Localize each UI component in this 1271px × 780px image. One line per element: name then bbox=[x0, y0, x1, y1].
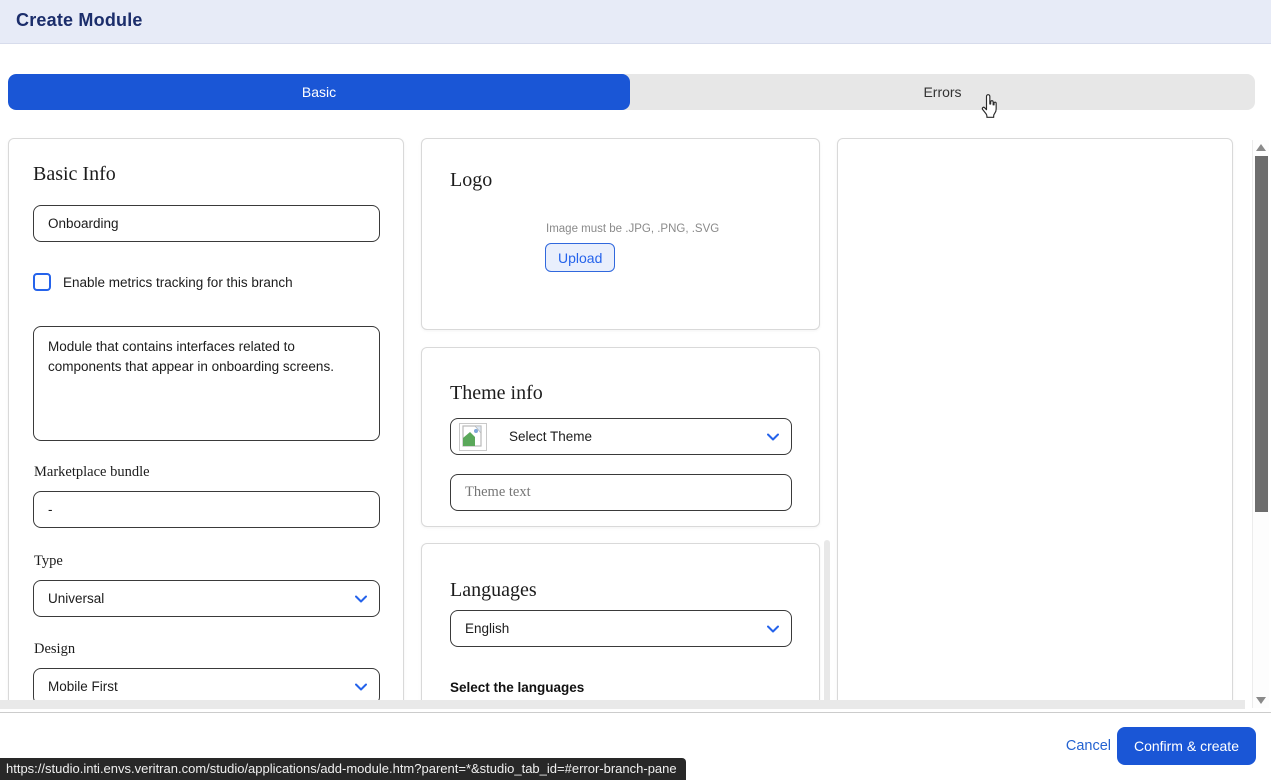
marketplace-bundle-label: Marketplace bundle bbox=[34, 464, 150, 481]
logo-card: Logo Image must be .JPG, .PNG, .SVG Uplo… bbox=[421, 138, 820, 330]
confirm-create-label: Confirm & create bbox=[1134, 738, 1239, 754]
scroll-down-arrow-icon[interactable] bbox=[1256, 697, 1266, 704]
theme-select-placeholder: Select Theme bbox=[509, 429, 592, 444]
tab-bar: Basic Errors bbox=[8, 74, 1255, 110]
module-name-input[interactable] bbox=[33, 205, 380, 242]
scrollbar-thumb[interactable] bbox=[1255, 156, 1268, 512]
tab-errors[interactable]: Errors bbox=[630, 74, 1255, 110]
content-area: Basic Info Enable metrics tracking for t… bbox=[0, 120, 1271, 706]
type-label: Type bbox=[34, 553, 63, 570]
languages-select[interactable]: English bbox=[450, 610, 792, 647]
dialog-header: Create Module bbox=[0, 0, 1271, 44]
chevron-down-icon bbox=[767, 432, 779, 442]
metrics-checkbox-label: Enable metrics tracking for this branch bbox=[63, 275, 293, 290]
status-bar-url: https://studio.inti.envs.veritran.com/st… bbox=[6, 761, 677, 776]
preview-panel bbox=[837, 138, 1233, 706]
type-select[interactable]: Universal bbox=[33, 580, 380, 617]
scroll-up-arrow-icon[interactable] bbox=[1256, 144, 1266, 151]
confirm-create-button[interactable]: Confirm & create bbox=[1117, 727, 1256, 765]
theme-info-card: Theme info Select Theme bbox=[421, 347, 820, 527]
page-title: Create Module bbox=[16, 10, 143, 31]
theme-select[interactable]: Select Theme bbox=[450, 418, 792, 455]
languages-card: Languages English Select the languages bbox=[421, 543, 820, 706]
tab-errors-label: Errors bbox=[923, 84, 961, 100]
upload-button[interactable]: Upload bbox=[545, 243, 615, 272]
theme-text-input[interactable] bbox=[450, 474, 792, 511]
type-select-value: Universal bbox=[48, 591, 104, 606]
tab-basic[interactable]: Basic bbox=[8, 74, 630, 110]
content-clip-band bbox=[0, 700, 1245, 709]
broken-image-icon bbox=[459, 423, 487, 451]
chevron-down-icon bbox=[355, 682, 367, 692]
vertical-scrollbar[interactable] bbox=[1252, 140, 1269, 708]
logo-format-hint: Image must be .JPG, .PNG, .SVG bbox=[546, 223, 719, 235]
middle-column-scrollbar[interactable] bbox=[824, 540, 830, 706]
languages-select-value: English bbox=[465, 621, 509, 636]
status-bar: https://studio.inti.envs.veritran.com/st… bbox=[0, 758, 686, 780]
marketplace-bundle-input[interactable] bbox=[33, 491, 380, 528]
basic-info-card: Basic Info Enable metrics tracking for t… bbox=[8, 138, 404, 706]
chevron-down-icon bbox=[767, 624, 779, 634]
basic-info-title: Basic Info bbox=[33, 163, 116, 186]
cancel-button[interactable]: Cancel bbox=[1066, 738, 1111, 754]
logo-title: Logo bbox=[450, 169, 492, 192]
design-label: Design bbox=[34, 641, 75, 658]
theme-info-title: Theme info bbox=[450, 382, 543, 405]
metrics-checkbox[interactable] bbox=[33, 273, 51, 291]
languages-hint: Select the languages bbox=[450, 680, 584, 695]
module-description-textarea[interactable]: Module that contains interfaces related … bbox=[33, 326, 380, 441]
chevron-down-icon bbox=[355, 594, 367, 604]
languages-title: Languages bbox=[450, 579, 537, 602]
upload-button-label: Upload bbox=[558, 250, 602, 266]
metrics-checkbox-row: Enable metrics tracking for this branch bbox=[33, 273, 293, 291]
tab-basic-label: Basic bbox=[302, 84, 336, 100]
design-select-value: Mobile First bbox=[48, 679, 118, 694]
